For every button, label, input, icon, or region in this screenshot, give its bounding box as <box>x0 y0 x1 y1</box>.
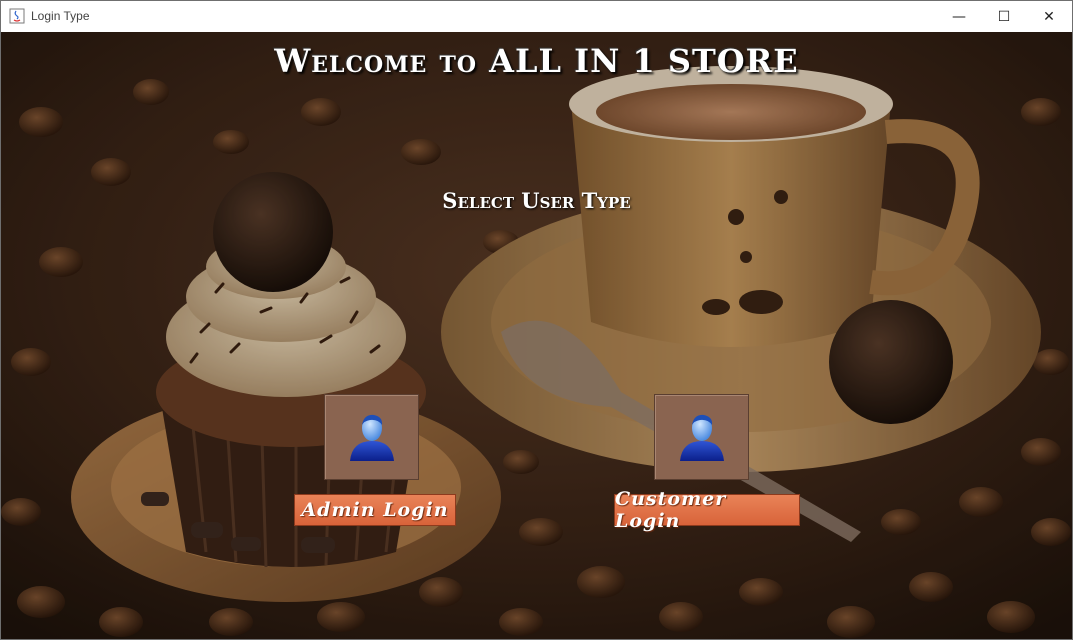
java-app-icon <box>9 8 25 24</box>
title-bar[interactable]: Login Type — ☐ ✕ <box>1 1 1072 32</box>
user-icon <box>349 414 394 461</box>
maximize-button[interactable]: ☐ <box>981 1 1027 32</box>
maximize-icon: ☐ <box>997 8 1011 25</box>
select-user-type-label: Select User Type <box>442 188 631 213</box>
minimize-icon: — <box>952 8 966 25</box>
window-title: Login Type <box>31 9 90 23</box>
close-icon: ✕ <box>1043 8 1055 25</box>
admin-login-button[interactable]: Admin Login <box>294 494 456 526</box>
minimize-button[interactable]: — <box>936 1 982 32</box>
admin-user-tile[interactable] <box>324 394 419 480</box>
customer-login-button[interactable]: Customer Login <box>614 488 800 532</box>
welcome-heading: Welcome to ALL IN 1 STORE <box>274 42 799 80</box>
user-icon <box>679 414 724 461</box>
customer-user-tile[interactable] <box>654 394 749 480</box>
close-button[interactable]: ✕ <box>1026 1 1072 32</box>
background-image <box>1 32 1072 639</box>
content-panel: Welcome to ALL IN 1 STORE Select User Ty… <box>1 32 1072 639</box>
login-type-window: Login Type — ☐ ✕ Welcome to ALL IN 1 STO… <box>0 0 1073 640</box>
